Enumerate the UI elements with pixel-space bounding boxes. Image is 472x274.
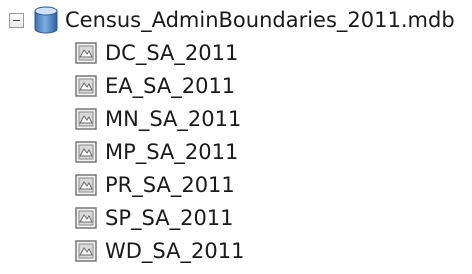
- tree-child-item[interactable]: PR_SA_2011: [75, 169, 235, 201]
- feature-class-icon: [75, 240, 97, 262]
- feature-class-icon: [75, 42, 97, 64]
- tree-child-item[interactable]: DC_SA_2011: [75, 37, 238, 69]
- feature-class-label: WD_SA_2011: [105, 239, 245, 263]
- catalog-tree: Census_AdminBoundaries_2011.mdb DC_SA_20…: [0, 0, 472, 274]
- feature-class-icon: [75, 75, 97, 97]
- feature-class-label: MN_SA_2011: [105, 107, 242, 131]
- feature-class-label: EA_SA_2011: [105, 74, 236, 98]
- tree-child-item[interactable]: WD_SA_2011: [75, 235, 244, 267]
- collapse-toggle[interactable]: [9, 12, 24, 28]
- tree-child-item[interactable]: MN_SA_2011: [75, 103, 241, 135]
- feature-class-label: SP_SA_2011: [105, 206, 234, 230]
- tree-child-item[interactable]: SP_SA_2011: [75, 202, 234, 234]
- feature-class-label: MP_SA_2011: [105, 140, 239, 164]
- feature-class-icon: [75, 174, 97, 196]
- database-icon: [34, 6, 58, 34]
- tree-child-item[interactable]: MP_SA_2011: [75, 136, 238, 168]
- tree-child-item[interactable]: EA_SA_2011: [75, 70, 235, 102]
- feature-class-icon: [75, 141, 97, 163]
- feature-class-icon: [75, 207, 97, 229]
- feature-class-icon: [75, 108, 97, 130]
- feature-class-label: PR_SA_2011: [105, 173, 235, 197]
- database-label: Census_AdminBoundaries_2011.mdb: [65, 8, 455, 32]
- tree-root-item[interactable]: Census_AdminBoundaries_2011.mdb: [0, 4, 455, 36]
- feature-class-label: DC_SA_2011: [105, 41, 239, 65]
